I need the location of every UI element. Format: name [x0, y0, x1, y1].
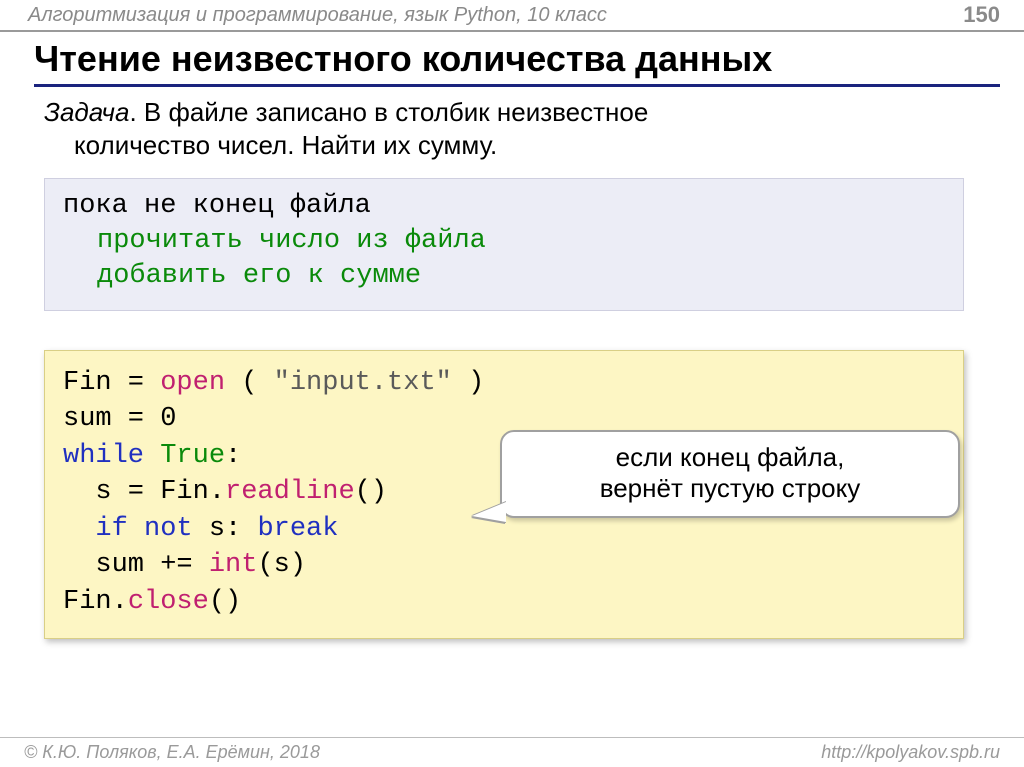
code-sum: sum [63, 404, 112, 434]
code-if: if [95, 514, 127, 544]
page-number: 150 [963, 2, 1000, 28]
code-close: close [128, 587, 209, 617]
code-string: "input.txt" [274, 368, 452, 398]
code-break: break [257, 514, 338, 544]
code-open: open [160, 368, 225, 398]
header-bar: Алгоритмизация и программирование, язык … [0, 0, 1024, 32]
callout-tail-icon [472, 502, 506, 522]
task-text: Задача. В файле записано в столбик неизв… [44, 96, 984, 161]
pseudo-line3: добавить его к сумме [63, 259, 945, 294]
task-label: Задача [44, 97, 129, 127]
footer-url: http://kpolyakov.spb.ru [821, 742, 1000, 763]
slide: Алгоритмизация и программирование, язык … [0, 0, 1024, 767]
callout-line1: если конец файла, [518, 442, 942, 473]
pseudo-line2: прочитать число из файла [63, 224, 945, 259]
pseudo-line1: пока не конец файла [63, 191, 371, 221]
task-line2: количество чисел. Найти их сумму. [44, 129, 984, 162]
code-not: not [144, 514, 193, 544]
slide-title: Чтение неизвестного количества данных [34, 38, 1000, 87]
callout-box: если конец файла, вернёт пустую строку [500, 430, 960, 518]
footer-bar: © К.Ю. Поляков, Е.А. Ерёмин, 2018 http:/… [0, 737, 1024, 767]
footer-author: © К.Ю. Поляков, Е.А. Ерёмин, 2018 [24, 742, 320, 763]
course-title: Алгоритмизация и программирование, язык … [28, 4, 607, 27]
code-while: while [63, 441, 144, 471]
callout-line2: вернёт пустую строку [518, 473, 942, 504]
code-readline: readline [225, 477, 355, 507]
task-line1: . В файле записано в столбик неизвестное [129, 97, 648, 127]
code-int: int [209, 550, 258, 580]
pseudocode-box: пока не конец файла прочитать число из ф… [44, 178, 964, 311]
code-true: True [160, 441, 225, 471]
code-fin: Fin [63, 368, 112, 398]
